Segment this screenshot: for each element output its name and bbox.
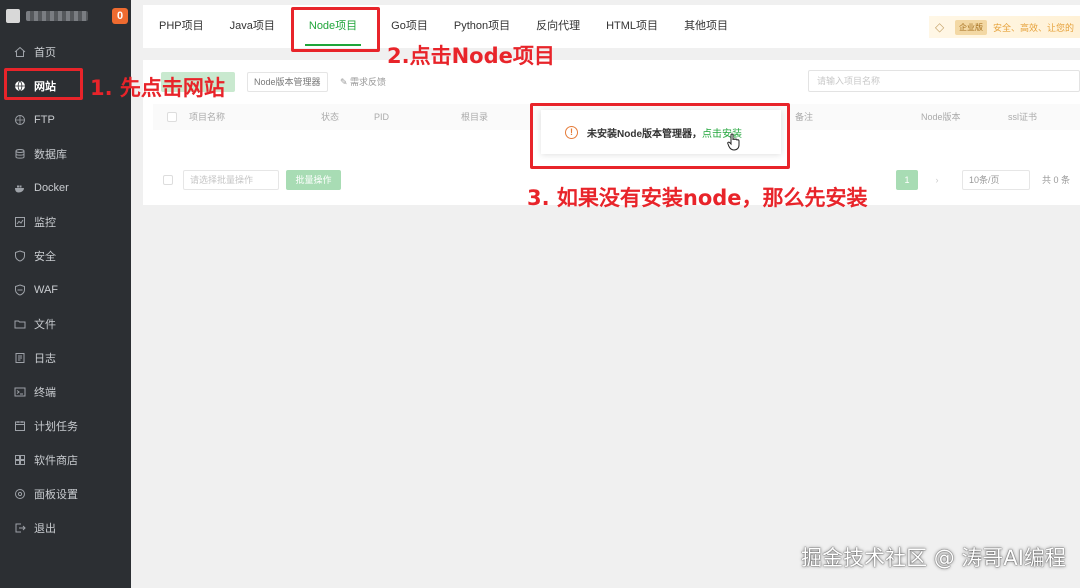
store-icon [14,454,26,466]
col-node-version[interactable]: Node版本 [921,104,961,130]
logo-icon [6,9,20,23]
home-icon [14,46,26,58]
edit-icon: ✎ [340,77,351,87]
enterprise-banner[interactable]: ◇ 企业版 安全、高效、让您的 [928,16,1080,38]
tab-java[interactable]: Java项目 [217,5,288,48]
sidebar-item-label: 安全 [34,251,56,263]
page-number[interactable]: 1 [896,170,918,190]
sidebar-item-label: 监控 [34,217,56,229]
sidebar-item-label: 日志 [34,353,56,365]
tab-html[interactable]: HTML项目 [593,5,671,48]
col-root[interactable]: 根目录 [461,104,488,130]
tab-other[interactable]: 其他项目 [671,5,741,48]
col-status[interactable]: 状态 [321,104,339,130]
col-project-name[interactable]: 项目名称 [189,104,225,130]
ftp-icon [14,114,26,126]
database-icon [14,148,26,160]
sidebar-item-label: Docker [34,182,69,194]
username-blurred [26,11,88,21]
sidebar-item-store[interactable]: 软件商店 [0,445,131,475]
sidebar-item-logout[interactable]: 退出 [0,513,131,543]
sidebar-item-waf[interactable]: WAF [0,275,131,305]
sidebar-header: 0 [0,0,131,32]
docker-icon [14,182,26,194]
sidebar-item-label: 数据库 [34,149,67,161]
logout-icon [14,522,26,534]
folder-icon [14,318,26,330]
annotation-step2: 2.点击Node项目 [387,44,555,68]
tab-php[interactable]: PHP项目 [143,5,217,48]
feedback-label: 需求反馈 [350,77,387,87]
monitor-icon [14,216,26,228]
node-manager-button[interactable]: Node版本管理器 [247,72,328,92]
enterprise-slogan: 安全、高效、让您的 [992,22,1074,33]
next-page-icon[interactable]: › [928,170,946,190]
calendar-icon [14,420,26,432]
sidebar-item-label: WAF [34,284,59,296]
sidebar-item-logs[interactable]: 日志 [0,343,131,373]
watermark: 掘金技术社区 @ 涛哥AI编程 [801,546,1066,570]
sidebar-item-label: 文件 [34,319,56,331]
search-input[interactable]: 请输入项目名称 [808,70,1080,92]
notification-badge[interactable]: 0 [112,8,128,24]
sidebar-item-cron[interactable]: 计划任务 [0,411,131,441]
sidebar-item-label: 退出 [34,523,56,535]
sidebar-item-label: 终端 [34,387,56,399]
shield-icon [14,250,26,262]
col-note[interactable]: 备注 [795,104,813,130]
sidebar-item-monitor[interactable]: 监控 [0,207,131,237]
highlight-install-alert [530,103,790,169]
diamond-icon: ◇ [934,20,945,34]
col-ssl[interactable]: ssl证书 [1008,104,1037,130]
sidebar-item-docker[interactable]: Docker [0,173,131,203]
enterprise-badge: 企业版 [954,19,987,35]
sidebar-item-files[interactable]: 文件 [0,309,131,339]
highlight-website [4,68,83,100]
sidebar-item-ftp[interactable]: FTP [0,105,131,135]
sidebar-item-database[interactable]: 数据库 [0,139,131,169]
annotation-step1: 1. 先点击网站 [90,76,225,100]
total-count: 共 0 条 [1042,175,1071,185]
sidebar-item-label: 面板设置 [34,489,78,501]
settings-icon [14,488,26,500]
project-tabs: PHP项目 Java项目 Node项目 Go项目 Python项目 反向代理 H… [143,5,1080,48]
waf-icon [14,284,26,296]
sidebar-item-label: 软件商店 [34,455,78,467]
batch-button[interactable]: 批量操作 [286,170,341,190]
col-pid[interactable]: PID [374,104,389,130]
log-icon [14,352,26,364]
highlight-node-tab [291,7,380,52]
sidebar-item-terminal[interactable]: 终端 [0,377,131,407]
feedback-link[interactable]: ✎ 需求反馈 [340,72,386,92]
sidebar-item-label: 首页 [34,47,56,59]
sidebar-item-label: 计划任务 [34,421,78,433]
sidebar-item-security[interactable]: 安全 [0,241,131,271]
select-all-checkbox[interactable] [167,112,177,122]
batch-select[interactable]: 请选择批量操作 [183,170,279,190]
terminal-icon [14,386,26,398]
footer-checkbox[interactable] [163,175,173,185]
sidebar-item-home[interactable]: 首页 [0,37,131,67]
annotation-step3: 3. 如果没有安装node，那么先安装 [527,186,868,210]
sidebar-item-settings[interactable]: 面板设置 [0,479,131,509]
page-size-select[interactable]: 10条/页 [962,170,1030,190]
sidebar-item-label: FTP [34,114,55,126]
